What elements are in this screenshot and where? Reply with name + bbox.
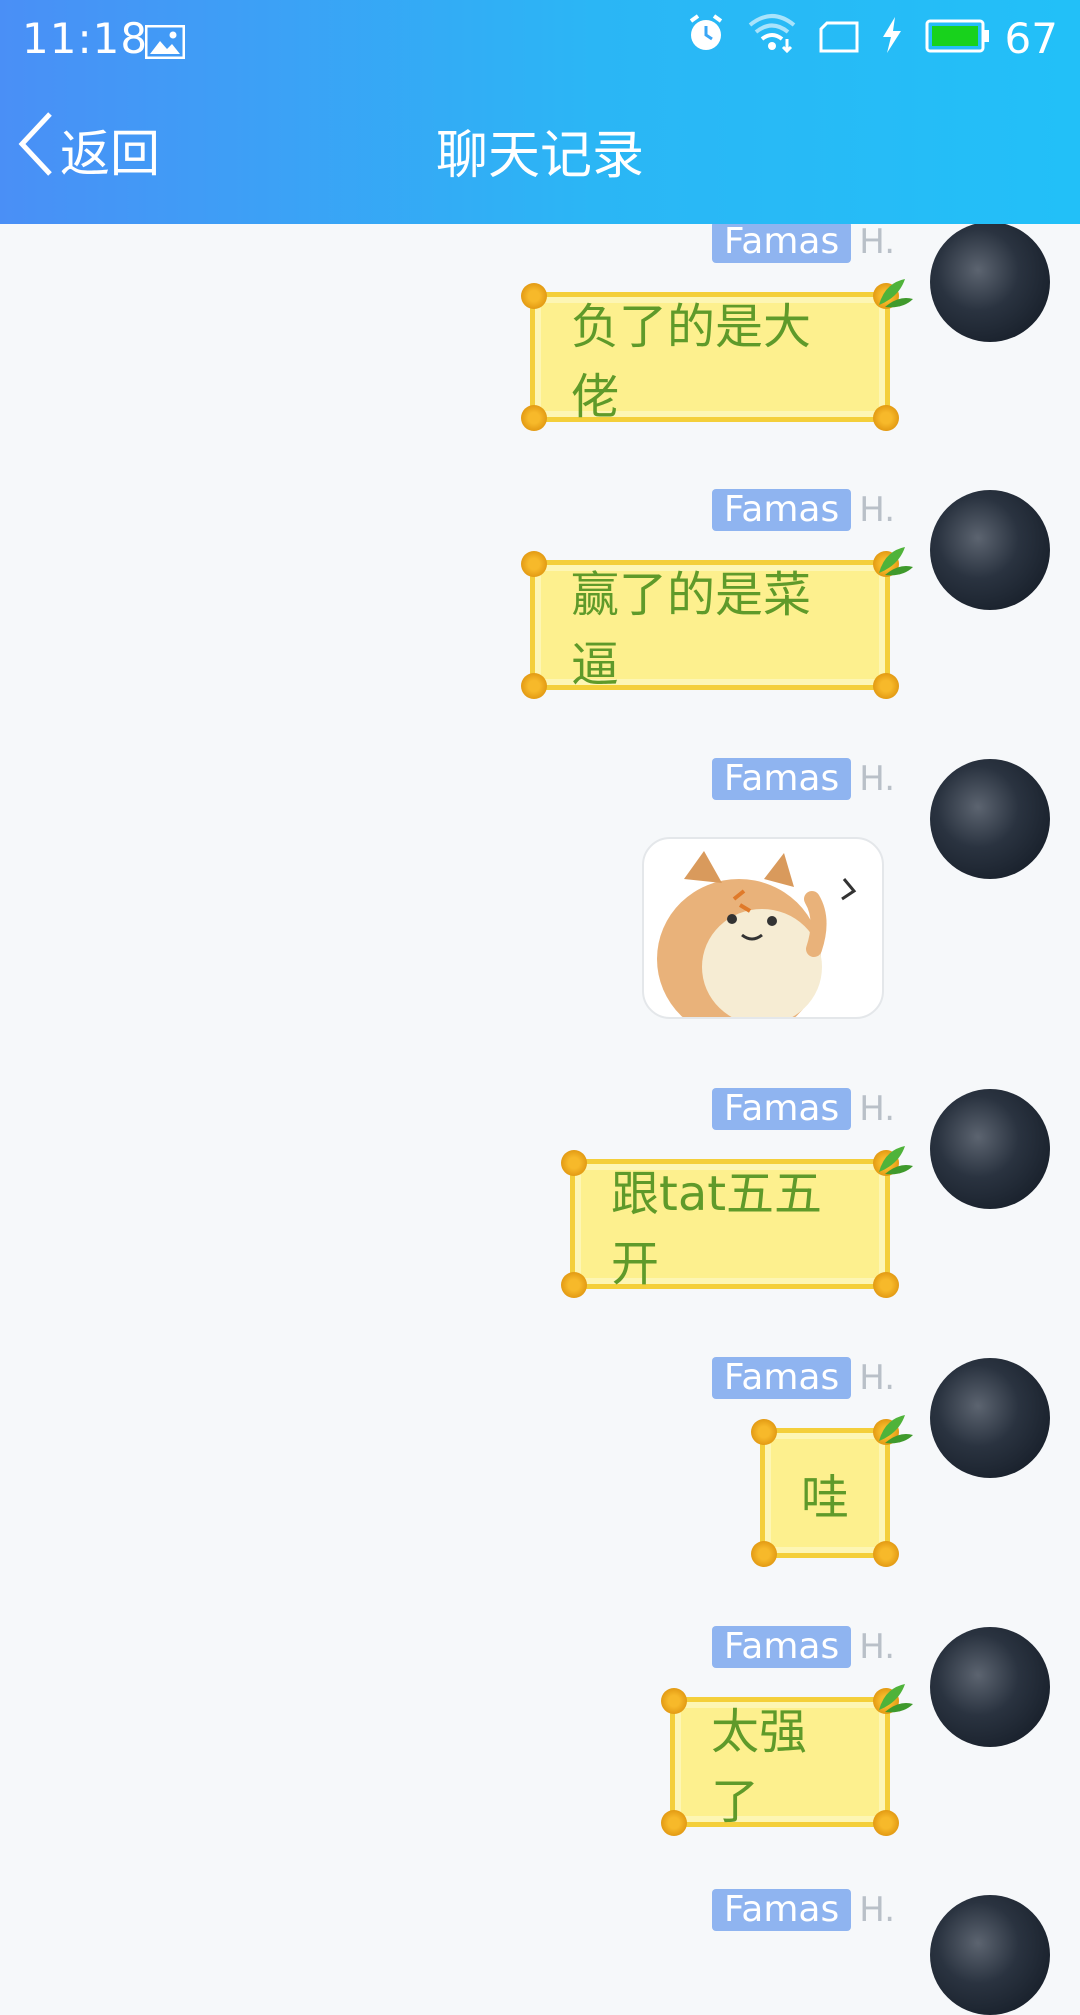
message-text: 太强了 (711, 1704, 808, 1830)
sender-suffix: H. (859, 222, 895, 262)
message-text: 哇 (800, 1470, 849, 1526)
leaf-icon (875, 267, 915, 308)
alarm-icon (687, 13, 725, 63)
sender-suffix: H. (859, 759, 895, 799)
screen-cast-icon (819, 14, 859, 63)
sender-name: Famas H. (711, 1626, 895, 1668)
message-bubble[interactable]: 赢了的是菜逼 (521, 547, 913, 699)
status-icons: 67 (665, 13, 1058, 63)
message-text: 负了的是大佬 (571, 299, 812, 425)
nav-bar: 返回 聊天记录 (0, 75, 1080, 224)
leaf-icon (875, 1134, 915, 1175)
sender-badge: Famas (711, 1088, 852, 1130)
sender-name: Famas H. (711, 758, 895, 800)
message-bubble[interactable]: 跟tat五五开 (561, 1146, 913, 1298)
avatar[interactable] (930, 490, 1050, 610)
avatar[interactable] (930, 1627, 1050, 1747)
battery-icon (925, 14, 991, 63)
sender-name: Famas H. (711, 1889, 895, 1931)
avatar[interactable] (930, 1089, 1050, 1209)
sender-suffix: H. (859, 1358, 895, 1398)
sender-suffix: H. (859, 490, 895, 530)
message-bubble[interactable]: 太强了 (661, 1684, 913, 1836)
sender-suffix: H. (859, 1089, 895, 1129)
sender-name: Famas H. (711, 1357, 895, 1399)
avatar[interactable] (930, 1895, 1050, 2015)
sender-name: Famas H. (711, 489, 895, 531)
status-time: 11:18 (22, 14, 149, 63)
leaf-icon (875, 535, 915, 576)
message-bubble[interactable]: 哇 (751, 1415, 913, 1567)
charging-icon (881, 14, 903, 63)
sender-suffix: H. (859, 1890, 895, 1930)
sender-suffix: H. (859, 1627, 895, 1667)
sender-name: Famas H. (711, 1088, 895, 1130)
avatar[interactable] (930, 1358, 1050, 1478)
battery-level: 67 (1004, 13, 1058, 63)
avatar[interactable] (930, 222, 1050, 342)
sender-badge: Famas (711, 1889, 852, 1931)
sender-badge: Famas (711, 489, 852, 531)
message-text: 赢了的是菜逼 (571, 567, 812, 693)
image-icon (144, 20, 186, 60)
wifi-icon (747, 13, 797, 63)
avatar[interactable] (930, 759, 1050, 879)
sender-name: Famas H. (711, 221, 895, 263)
leaf-icon (875, 1672, 915, 1713)
status-bar: 11:18 67 (0, 0, 1080, 75)
sender-badge: Famas (711, 221, 852, 263)
shiba-dog-sticker[interactable] (642, 837, 884, 1019)
sender-badge: Famas (711, 758, 852, 800)
message-text: 跟tat五五开 (611, 1166, 823, 1292)
sender-badge: Famas (711, 1357, 852, 1399)
sender-badge: Famas (711, 1626, 852, 1668)
leaf-icon (875, 1403, 915, 1444)
message-bubble[interactable]: 负了的是大佬 (521, 279, 913, 431)
page-title: 聊天记录 (435, 126, 644, 186)
